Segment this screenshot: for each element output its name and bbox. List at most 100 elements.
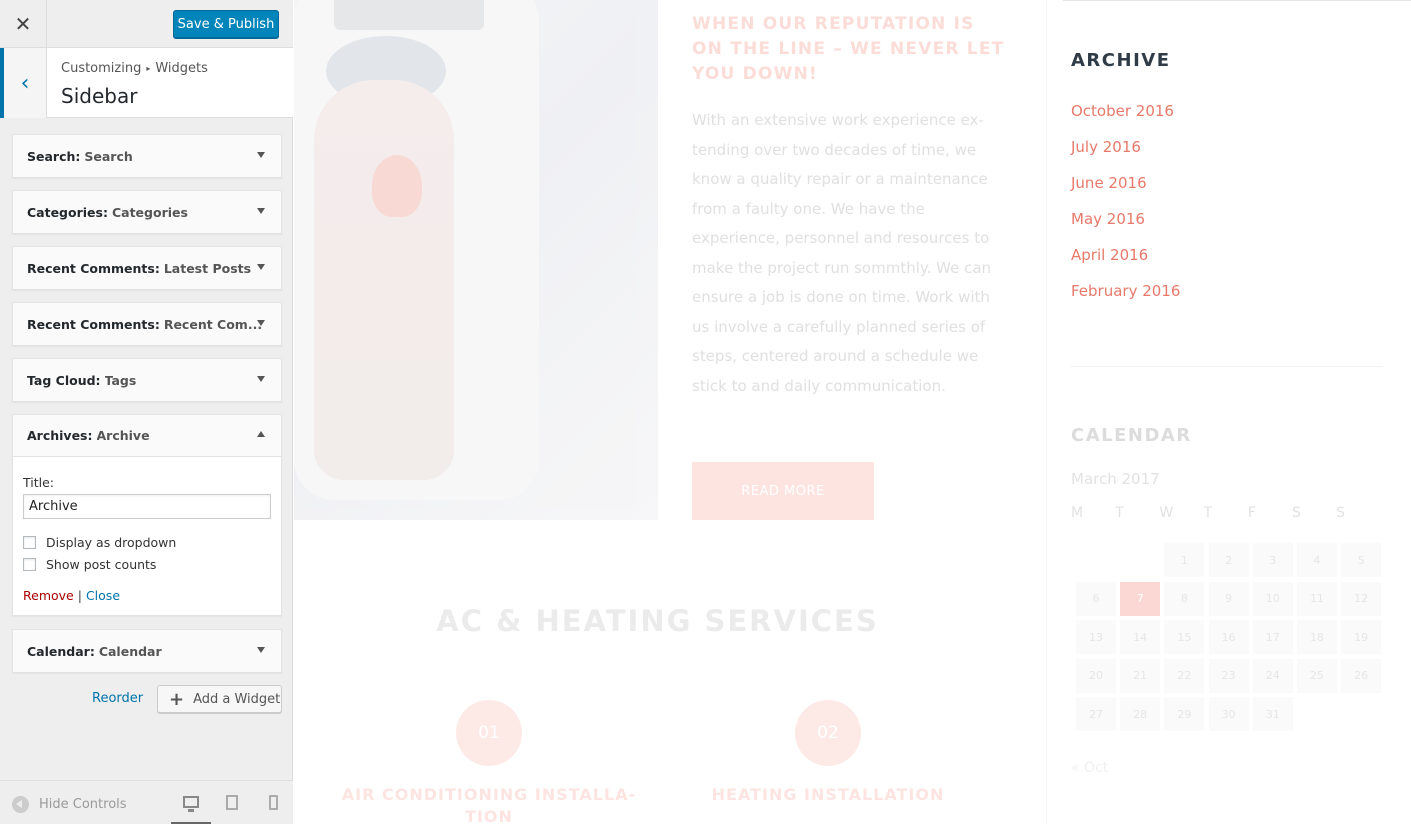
preview-heading: WHEN OUR REPUTATION IS ON THE LINE – WE … bbox=[692, 14, 1005, 84]
expand-arrow-icon[interactable] bbox=[257, 647, 265, 653]
service-title[interactable]: AIR CONDITIONING INSTALLA-TION bbox=[334, 784, 644, 824]
service-title[interactable]: HEATING INSTALLATION bbox=[694, 784, 962, 806]
read-more-button[interactable]: READ MORE bbox=[692, 462, 874, 520]
archive-link[interactable]: July 2016 bbox=[1071, 129, 1180, 165]
calendar-widget-title: CALENDAR bbox=[1071, 425, 1192, 446]
calendar-day: 1 bbox=[1164, 543, 1205, 577]
widget-type: Tag Cloud: bbox=[27, 372, 101, 388]
preview-body: With an extensive work experience ex-ten… bbox=[692, 111, 992, 395]
calendar-day: 6 bbox=[1076, 581, 1116, 616]
calendar-day: 28 bbox=[1120, 697, 1161, 732]
calendar-day: 2 bbox=[1208, 543, 1249, 577]
expand-arrow-icon[interactable] bbox=[257, 152, 265, 158]
calendar-empty-cell bbox=[1341, 697, 1381, 731]
widget-title: Categories bbox=[111, 204, 188, 220]
calendar-day: 18 bbox=[1296, 620, 1337, 655]
calendar-day: 3 bbox=[1252, 543, 1293, 577]
hide-controls-label: Hide Controls bbox=[39, 797, 127, 812]
weekday: S bbox=[1336, 505, 1346, 521]
archive-link[interactable]: June 2016 bbox=[1071, 165, 1180, 201]
widget-divider bbox=[1071, 366, 1383, 367]
calendar-day: 30 bbox=[1208, 697, 1249, 732]
calendar-day: 10 bbox=[1252, 581, 1293, 616]
archive-link[interactable]: October 2016 bbox=[1071, 93, 1180, 129]
customizer-footer: Hide Controls bbox=[0, 780, 293, 824]
widget-header[interactable]: Calendar: Calendar bbox=[13, 630, 281, 672]
calendar-day: 5 bbox=[1341, 543, 1382, 577]
section-header: ‹ Customizing ▸ Widgets Sidebar bbox=[0, 48, 293, 118]
archive-link[interactable]: May 2016 bbox=[1071, 201, 1180, 237]
collapse-arrow-icon bbox=[12, 796, 29, 813]
weekday: F bbox=[1247, 505, 1256, 521]
weekday: S bbox=[1291, 505, 1301, 521]
calendar-day: 7 bbox=[1120, 581, 1161, 616]
action-separator: | bbox=[77, 588, 82, 603]
calendar-day: 29 bbox=[1164, 697, 1205, 732]
widget-header[interactable]: Search: Search bbox=[13, 135, 281, 177]
calendar-day: 31 bbox=[1252, 697, 1293, 732]
calendar-day: 27 bbox=[1076, 697, 1116, 732]
expand-arrow-icon[interactable] bbox=[257, 208, 265, 214]
expand-arrow-icon[interactable] bbox=[257, 376, 265, 382]
weekday: W bbox=[1159, 505, 1174, 521]
weekday: T bbox=[1115, 505, 1124, 521]
breadcrumb-leaf: Widgets bbox=[155, 61, 208, 76]
hero-image bbox=[294, 0, 658, 520]
preview-mobile-button[interactable] bbox=[253, 793, 293, 824]
customizer-screen: ✕ Save & Publish ‹ Customizing ▸ Widgets S… bbox=[0, 0, 1411, 824]
archive-link[interactable]: April 2016 bbox=[1071, 237, 1180, 273]
close-icon: ✕ bbox=[14, 12, 32, 36]
service-number-badge: 01 bbox=[456, 700, 522, 766]
calendar-week-row: 13 14 15 16 17 18 19 bbox=[1076, 620, 1385, 659]
widget-header[interactable]: Recent Comments: Latest Posts bbox=[13, 247, 281, 289]
calendar-day: 14 bbox=[1120, 620, 1161, 655]
calendar-day: 8 bbox=[1164, 581, 1205, 616]
calendar-empty-cell bbox=[1076, 543, 1116, 577]
widget-header[interactable]: Archives: Archive bbox=[13, 415, 281, 457]
close-customizer-button[interactable]: ✕ bbox=[0, 0, 47, 48]
title-input[interactable] bbox=[23, 494, 271, 519]
calendar-day: 4 bbox=[1296, 543, 1337, 577]
remove-link[interactable]: Remove bbox=[23, 588, 74, 603]
save-publish-button[interactable]: Save & Publish bbox=[173, 10, 279, 38]
widget-title: Search bbox=[84, 148, 133, 164]
back-button[interactable]: ‹ bbox=[0, 48, 47, 118]
add-widget-label: Add a Widget bbox=[193, 691, 281, 707]
calendar-caption: March 2017 bbox=[1071, 470, 1160, 488]
widget-search: Search: Search bbox=[12, 134, 282, 178]
hide-controls-button[interactable]: Hide Controls bbox=[12, 796, 127, 813]
archive-link[interactable]: February 2016 bbox=[1071, 273, 1180, 309]
post-counts-option: Show post counts bbox=[23, 557, 271, 572]
widget-title: Tags bbox=[104, 372, 137, 388]
widget-tag-cloud: Tag Cloud: Tags bbox=[12, 358, 282, 402]
customizer-header: ✕ Save & Publish bbox=[0, 0, 293, 48]
calendar-day: 9 bbox=[1208, 581, 1249, 616]
collapse-arrow-icon[interactable] bbox=[257, 431, 265, 437]
expand-arrow-icon[interactable] bbox=[257, 264, 265, 270]
widget-header[interactable]: Tag Cloud: Tags bbox=[13, 359, 281, 401]
breadcrumb-root: Customizing bbox=[61, 61, 142, 76]
preview-tablet-button[interactable] bbox=[212, 793, 252, 824]
add-widget-button[interactable]: + Add a Widget bbox=[157, 685, 282, 713]
widget-header[interactable]: Recent Comments: Recent Com... bbox=[13, 303, 281, 345]
widget-title: Archive bbox=[96, 428, 150, 443]
calendar-week-row: 20 21 22 23 24 25 26 bbox=[1076, 658, 1385, 698]
post-counts-checkbox[interactable] bbox=[23, 557, 36, 571]
expand-arrow-icon[interactable] bbox=[257, 320, 265, 326]
calendar-day: 12 bbox=[1341, 581, 1382, 616]
dropdown-checkbox[interactable] bbox=[23, 535, 36, 549]
calendar-prev-link[interactable]: « Oct bbox=[1071, 760, 1108, 776]
calendar-week-row: 6 7 8 9 10 11 12 bbox=[1076, 581, 1385, 621]
weekday: T bbox=[1203, 505, 1213, 521]
calendar-day: 20 bbox=[1076, 658, 1116, 693]
widget-header[interactable]: Categories: Categories bbox=[13, 191, 281, 233]
dropdown-label: Display as dropdown bbox=[46, 534, 177, 550]
preview-desktop-button[interactable] bbox=[171, 793, 211, 824]
reorder-link[interactable]: Reorder bbox=[92, 691, 143, 706]
widget-type: Search: bbox=[27, 148, 81, 164]
archive-list: October 2016 July 2016 June 2016 May 201… bbox=[1071, 93, 1180, 309]
close-link[interactable]: Close bbox=[86, 588, 120, 603]
widget-title: Calendar bbox=[98, 643, 162, 659]
calendar-day: 26 bbox=[1341, 658, 1382, 693]
site-preview: WHEN OUR REPUTATION IS ON THE LINE – WE … bbox=[294, 0, 1411, 824]
